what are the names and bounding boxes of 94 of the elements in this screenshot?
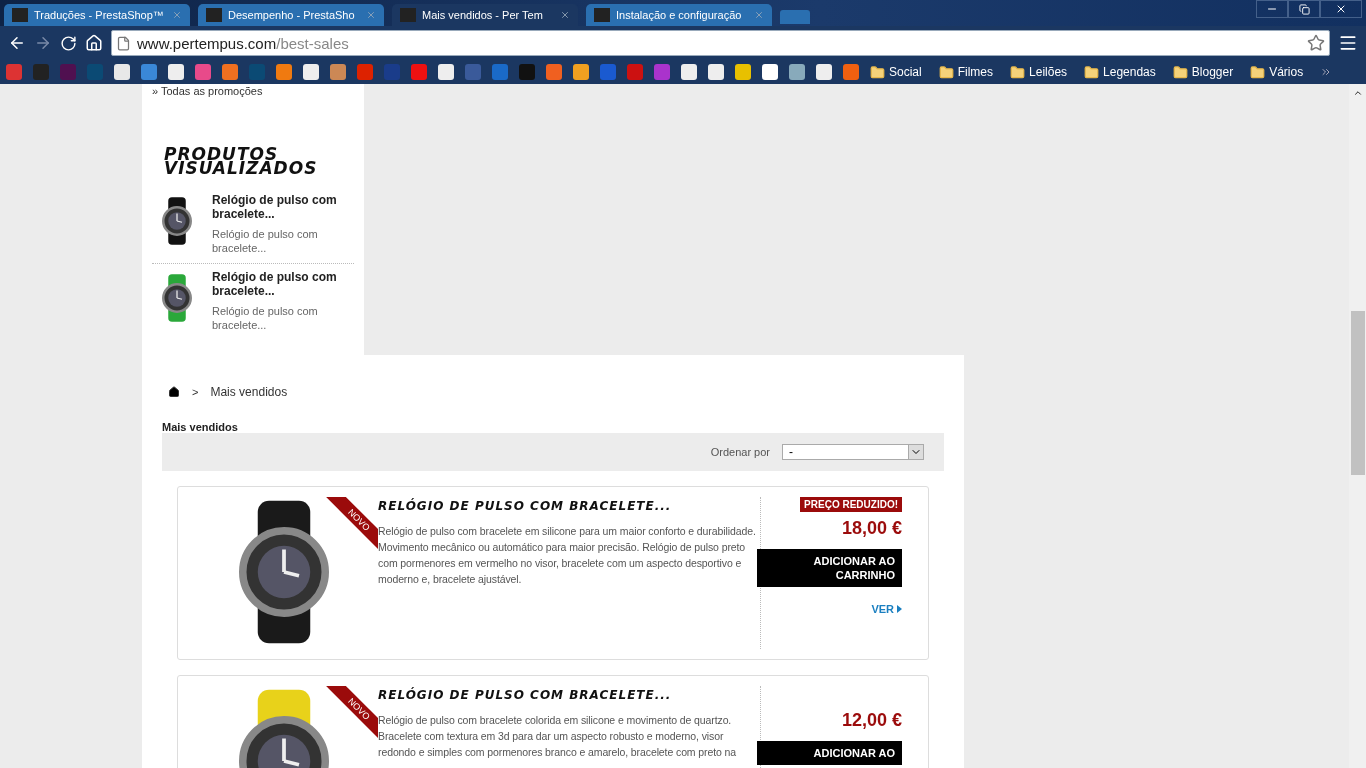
close-icon: [1335, 3, 1347, 15]
all-promotions-link[interactable]: » Todas as promoções: [152, 84, 354, 97]
product-title-link[interactable]: RELÓGIO DE PULSO COM BRACELETE...: [378, 499, 756, 513]
site-icon[interactable]: [492, 64, 508, 80]
tab-favicon-icon: [12, 8, 28, 22]
site-icon[interactable]: [546, 64, 562, 80]
bookmark-folder[interactable]: Social: [870, 64, 922, 80]
site-icon[interactable]: [600, 64, 616, 80]
site-icon[interactable]: [33, 64, 49, 80]
product-description: Relógio de pulso com bracelete...: [212, 227, 319, 255]
add-to-cart-button[interactable]: ADICIONAR AO: [757, 741, 902, 765]
scrollbar-thumb[interactable]: [1350, 311, 1365, 475]
bookmark-folder[interactable]: Filmes: [938, 64, 994, 80]
breadcrumb-separator: >: [192, 386, 199, 398]
site-icon[interactable]: [681, 64, 697, 80]
browser-tab[interactable]: Mais vendidos - Per Tem: [392, 4, 578, 26]
scrollbar[interactable]: [1349, 84, 1366, 768]
site-icon[interactable]: [465, 64, 481, 80]
site-icon[interactable]: [141, 64, 157, 80]
site-icon[interactable]: [195, 64, 211, 80]
site-icon[interactable]: [357, 64, 373, 80]
site-icon[interactable]: [654, 64, 670, 80]
product-title-link[interactable]: RELÓGIO DE PULSO COM BRACELETE...: [378, 688, 756, 702]
site-icon[interactable]: [6, 64, 22, 80]
site-icon[interactable]: [438, 64, 454, 80]
bookmark-folder[interactable]: Leilões: [1010, 64, 1068, 80]
site-icon[interactable]: [330, 64, 346, 80]
folder-icon: [870, 64, 885, 80]
site-icon[interactable]: [168, 64, 184, 80]
breadcrumb-current: Mais vendidos: [210, 385, 288, 399]
menu-button[interactable]: [1338, 33, 1358, 53]
site-icon[interactable]: [276, 64, 292, 80]
folder-icon: [938, 64, 954, 80]
site-icon[interactable]: [519, 64, 535, 80]
back-button[interactable]: [8, 34, 26, 52]
site-icon[interactable]: [384, 64, 400, 80]
bookmark-folder[interactable]: Legendas: [1084, 64, 1156, 80]
site-icon[interactable]: [573, 64, 589, 80]
folder-icon: [1084, 64, 1100, 80]
product-title-link[interactable]: Relógio de pulso com bracelete...: [212, 270, 354, 298]
add-to-cart-button[interactable]: ADICIONAR AO CARRINHO: [757, 549, 902, 587]
product-title-link[interactable]: Relógio de pulso com bracelete...: [212, 193, 354, 221]
address-bar[interactable]: www.pertempus.com/best-sales: [111, 30, 1330, 56]
site-icon[interactable]: [114, 64, 130, 80]
caret-icon: [897, 605, 902, 613]
site-icon[interactable]: [411, 64, 427, 80]
site-icon[interactable]: [222, 64, 238, 80]
close-button[interactable]: [1320, 0, 1362, 18]
scroll-up-icon[interactable]: [1352, 88, 1363, 98]
home-button[interactable]: [85, 34, 103, 52]
browser-tab[interactable]: Instalação e configuração: [586, 4, 772, 26]
page-heading: Mais vendidos: [162, 421, 239, 433]
restore-icon: [1298, 3, 1310, 15]
new-tab-button[interactable]: [780, 10, 810, 24]
close-icon[interactable]: [560, 10, 570, 20]
sidebar-heading: PRODUTOS VISUALIZADOS: [164, 147, 319, 175]
restore-button[interactable]: [1288, 0, 1320, 18]
site-icon[interactable]: [60, 64, 76, 80]
view-link[interactable]: VER: [871, 603, 902, 615]
close-icon[interactable]: [754, 10, 764, 20]
tab-favicon-icon: [400, 8, 416, 22]
page-icon: [116, 35, 131, 51]
site-icon[interactable]: [627, 64, 643, 80]
site-icon[interactable]: [762, 64, 778, 80]
site-icon[interactable]: [816, 64, 832, 80]
folder-icon: [1010, 64, 1026, 80]
site-icon[interactable]: [789, 64, 805, 80]
folder-icon: [1172, 64, 1188, 80]
browser-tab[interactable]: Desempenho - PrestaSho: [198, 4, 384, 26]
bookmark-folder[interactable]: Blogger: [1172, 64, 1234, 80]
tab-favicon-icon: [206, 8, 222, 22]
product-price: 12,00 €: [841, 710, 902, 731]
reduced-price-label: PREÇO REDUZIDO!: [800, 497, 902, 512]
home-icon[interactable]: [168, 386, 180, 398]
site-icon[interactable]: [708, 64, 724, 80]
product-description: Relógio de pulso com bracelete...: [212, 304, 319, 332]
sort-select[interactable]: -: [782, 444, 924, 460]
folder-icon: [1250, 64, 1266, 80]
product-description: Relógio de pulso com bracelete colorida em silicone e movimento de quartzo. Bracelete com textura em 3d para dar um aspecto robusto e moderno, visor redondo e simples com pormenores branco e amarelo, bracelete com preto na: [378, 713, 738, 760]
close-icon[interactable]: [366, 10, 376, 20]
bookmark-folder[interactable]: Vários: [1250, 64, 1304, 80]
site-icon[interactable]: [303, 64, 319, 80]
site-icon[interactable]: [735, 64, 751, 80]
bookmark-star-icon[interactable]: [1307, 34, 1325, 52]
site-icon[interactable]: [843, 64, 859, 80]
forward-button[interactable]: [34, 34, 52, 52]
close-icon[interactable]: [172, 10, 182, 20]
reload-button[interactable]: [60, 34, 77, 52]
browser-tab[interactable]: Traduções - PrestaShop™: [4, 4, 190, 26]
product-price: 18,00 €: [841, 518, 902, 539]
minimize-button[interactable]: [1256, 0, 1288, 18]
sort-label: Ordenar por: [710, 446, 770, 458]
product-description: Relógio de pulso com bracelete em silicone para um maior conforto e durabilidade. Movimento mecânico ou automático para maior precisão. Relógio de pulso preto com pormenores em vermelho no visor, bracelete com um aspecto desportivo e moderno e, bracelete ajustável.: [378, 524, 756, 587]
tab-favicon-icon: [594, 8, 610, 22]
